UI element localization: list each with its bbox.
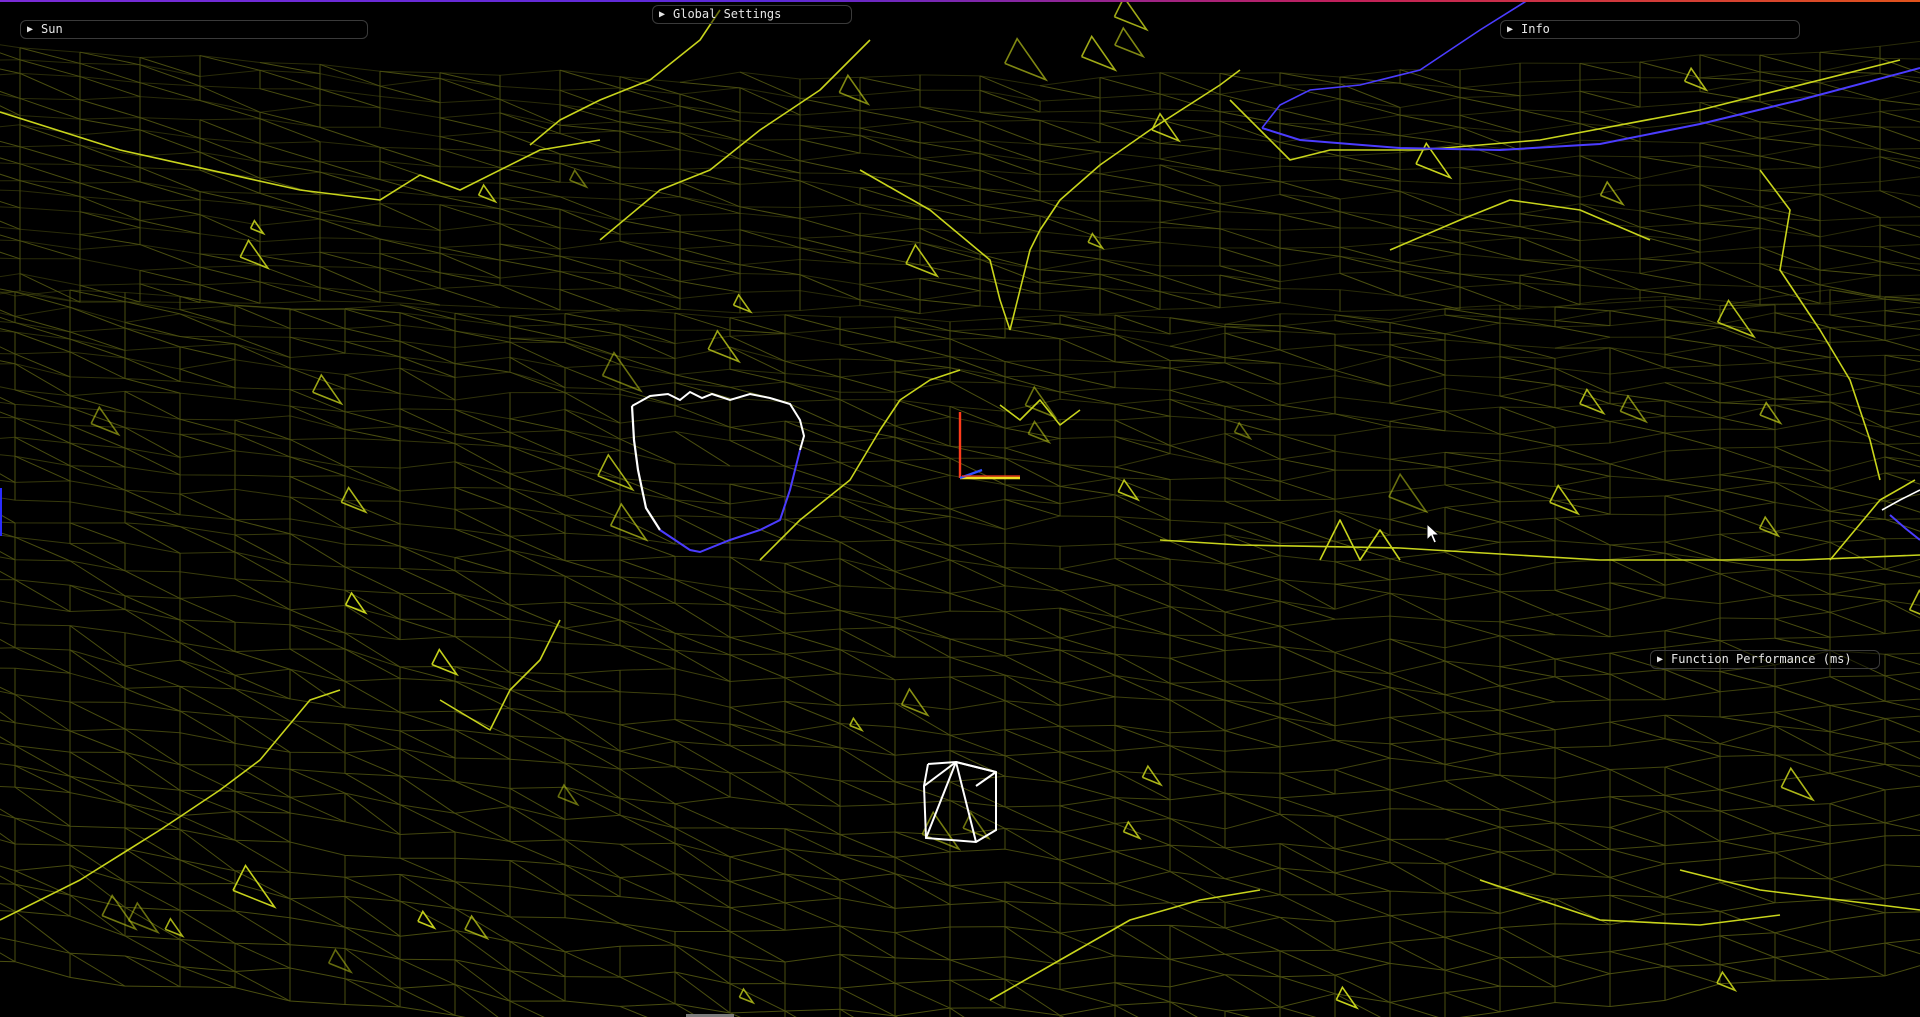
triangle-right-icon: ▶ [27,24,34,35]
silhouette-outlines [630,0,1920,554]
info-panel-label: Info [1521,22,1550,36]
info-panel-header[interactable]: ▶ Info [1500,20,1800,39]
triangle-right-icon: ▶ [1507,24,1514,35]
function-performance-panel-header[interactable]: ▶ Function Performance (ms) [1650,650,1880,669]
mouse-cursor-icon [1426,523,1441,544]
global-settings-panel-header[interactable]: ▶ Global Settings [652,5,852,24]
3d-viewport[interactable]: ▶ Sun ▶ Global Settings ▶ Info ▶ Functio… [0,0,1920,1017]
triangle-right-icon: ▶ [1657,654,1664,665]
terrain-mesh-bright [0,0,1920,1010]
function-performance-panel-label: Function Performance (ms) [1671,652,1852,666]
sun-panel-header[interactable]: ▶ Sun [20,20,368,39]
triangle-right-icon: ▶ [659,9,666,20]
terrain-mesh-dim [0,40,1920,1017]
left-edge-marker [0,488,2,536]
terrain-wireframe-scene[interactable] [0,0,1920,1017]
sun-panel-label: Sun [41,22,63,36]
window-top-edge [0,0,1920,2]
global-settings-panel-label: Global Settings [673,7,782,21]
